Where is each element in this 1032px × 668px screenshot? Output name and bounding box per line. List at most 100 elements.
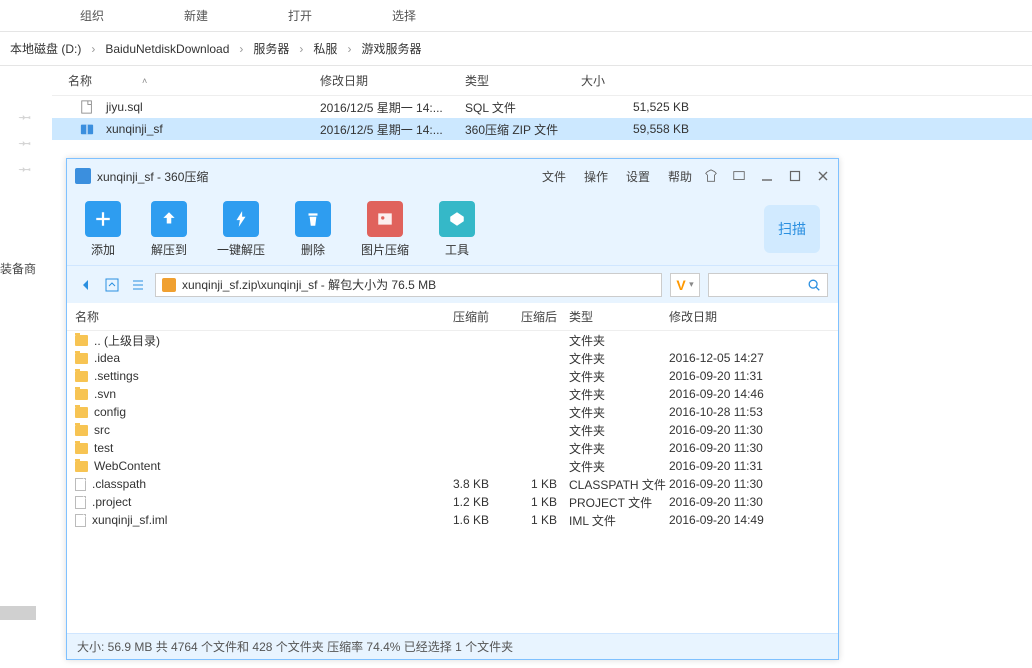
titlebar[interactable]: xunqinji_sf - 360压缩 文件 操作 设置 帮助	[67, 159, 838, 193]
menu-bar: 文件 操作 设置 帮助	[542, 168, 692, 185]
sort-indicator-icon: ˄	[142, 76, 147, 86]
zrow-name-text: test	[94, 441, 113, 455]
toolbar-delete[interactable]: 删除	[295, 201, 331, 258]
zip-row[interactable]: .idea文件夹2016-12-05 14:27	[67, 349, 838, 367]
explorer-header: 名称˄ 修改日期 类型 大小	[52, 66, 1032, 96]
file-icon	[75, 478, 86, 491]
zip-row[interactable]: .. (上级目录) 文件夹	[67, 331, 838, 349]
column-name[interactable]: 名称˄	[52, 72, 320, 89]
crumb-drive[interactable]: 本地磁盘 (D:)	[4, 40, 87, 57]
path-text: xunqinji_sf.zip\xunqinji_sf - 解包大小为 76.5…	[182, 276, 436, 293]
crumb-2[interactable]: 服务器	[247, 40, 295, 57]
menu-action[interactable]: 操作	[584, 168, 608, 185]
folder-icon	[75, 461, 88, 472]
toolbar-image-compress[interactable]: 图片压缩	[361, 201, 409, 258]
zcol-type[interactable]: 类型	[557, 308, 669, 325]
pin-icon[interactable]	[18, 108, 35, 125]
ribbon-tab-select[interactable]: 选择	[392, 7, 416, 24]
zip-list: 名称 压缩前 压缩后 类型 修改日期 .. (上级目录)文件夹.idea文件夹2…	[67, 303, 838, 633]
file-row[interactable]: xunqinji_sf 2016/12/5 星期一 14:... 360压缩 Z…	[52, 118, 1032, 140]
zip-row[interactable]: .svn文件夹2016-09-20 14:46	[67, 385, 838, 403]
zip-row[interactable]: .settings文件夹2016-09-20 11:31	[67, 367, 838, 385]
column-type[interactable]: 类型	[465, 72, 581, 89]
ribbon-tab-new[interactable]: 新建	[184, 7, 208, 24]
zrow-name-text: .idea	[94, 351, 120, 365]
ribbon-tab-open[interactable]: 打开	[288, 7, 312, 24]
ribbon-tab-organize[interactable]: 组织	[80, 7, 104, 24]
ribbon: 组织 新建 打开 选择	[0, 0, 1032, 32]
file-date: 2016/12/5 星期一 14:...	[320, 99, 465, 116]
zrow-type: 文件夹	[557, 332, 669, 349]
maximize-icon[interactable]	[788, 169, 802, 183]
menu-help[interactable]: 帮助	[668, 168, 692, 185]
file-icon	[75, 514, 86, 527]
zrow-type: 文件夹	[557, 458, 669, 475]
zrow-date: 2016-09-20 11:31	[669, 369, 819, 383]
folder-icon	[75, 443, 88, 454]
file-icon	[80, 100, 94, 114]
column-date[interactable]: 修改日期	[320, 72, 465, 89]
menu-settings[interactable]: 设置	[626, 168, 650, 185]
zrow-date: 2016-09-20 14:46	[669, 387, 819, 401]
zrow-type: PROJECT 文件	[557, 494, 669, 511]
up-icon[interactable]	[103, 276, 121, 294]
zip-row[interactable]: config文件夹2016-10-28 11:53	[67, 403, 838, 421]
file-size: 51,525 KB	[581, 100, 709, 114]
zip-row[interactable]: src文件夹2016-09-20 11:30	[67, 421, 838, 439]
toolbar-tools[interactable]: 工具	[439, 201, 475, 258]
toolbar-add[interactable]: 添加	[85, 201, 121, 258]
file-date: 2016/12/5 星期一 14:...	[320, 121, 465, 138]
minimize-icon[interactable]	[760, 169, 774, 183]
toolbar-extract-to[interactable]: 解压到	[151, 201, 187, 258]
zrow-before: 3.8 KB	[427, 477, 489, 491]
folder-icon	[75, 353, 88, 364]
shirt-icon[interactable]	[704, 169, 718, 183]
zrow-date: 2016-09-20 11:30	[669, 441, 819, 455]
file-name: jiyu.sql	[106, 100, 143, 114]
crumb-1[interactable]: BaiduNetdiskDownload	[99, 42, 235, 56]
path-input[interactable]: xunqinji_sf.zip\xunqinji_sf - 解包大小为 76.5…	[155, 273, 662, 297]
file-row[interactable]: jiyu.sql 2016/12/5 星期一 14:... SQL 文件 51,…	[52, 96, 1032, 118]
close-icon[interactable]	[816, 169, 830, 183]
zrow-date: 2016-10-28 11:53	[669, 405, 819, 419]
path-dropdown[interactable]: V ▾	[670, 273, 700, 297]
zip-row[interactable]: xunqinji_sf.iml1.6 KB1 KBIML 文件2016-09-2…	[67, 511, 838, 529]
feedback-icon[interactable]	[732, 169, 746, 183]
folder-icon	[75, 425, 88, 436]
nav-bar: xunqinji_sf.zip\xunqinji_sf - 解包大小为 76.5…	[67, 265, 838, 303]
zrow-name-text: .project	[92, 495, 131, 509]
search-box[interactable]	[708, 273, 828, 297]
status-bar: 大小: 56.9 MB 共 4764 个文件和 428 个文件夹 压缩率 74.…	[67, 633, 838, 659]
zip-row[interactable]: WebContent文件夹2016-09-20 11:31	[67, 457, 838, 475]
search-icon	[807, 278, 821, 292]
quick-access-pins	[20, 110, 32, 174]
zrow-name-text: .. (上级目录)	[94, 332, 160, 349]
zip-row[interactable]: .project1.2 KB1 KBPROJECT 文件2016-09-20 1…	[67, 493, 838, 511]
zip-row[interactable]: .classpath3.8 KB1 KBCLASSPATH 文件2016-09-…	[67, 475, 838, 493]
pin-icon[interactable]	[18, 160, 35, 177]
crumb-3[interactable]: 私服	[307, 40, 343, 57]
zip-row[interactable]: test文件夹2016-09-20 11:30	[67, 439, 838, 457]
back-icon[interactable]	[77, 276, 95, 294]
file-type: 360压缩 ZIP 文件	[465, 121, 581, 138]
pin-icon[interactable]	[18, 134, 35, 151]
column-size[interactable]: 大小	[581, 72, 709, 89]
zcol-before[interactable]: 压缩前	[427, 308, 489, 325]
folder-icon	[75, 335, 88, 346]
zrow-date: 2016-09-20 11:30	[669, 477, 819, 491]
list-icon[interactable]	[129, 276, 147, 294]
chevron-right-icon: ›	[343, 42, 355, 56]
toolbar-quick-extract[interactable]: 一键解压	[217, 201, 265, 258]
file-icon	[75, 496, 86, 509]
zrow-name-text: WebContent	[94, 459, 161, 473]
folder-icon	[162, 278, 176, 292]
zrow-type: 文件夹	[557, 368, 669, 385]
chevron-right-icon: ›	[87, 42, 99, 56]
zcol-after[interactable]: 压缩后	[489, 308, 557, 325]
zip-window: xunqinji_sf - 360压缩 文件 操作 设置 帮助 添加 解压到 一…	[66, 158, 839, 660]
zcol-date[interactable]: 修改日期	[669, 308, 819, 325]
crumb-4[interactable]: 游戏服务器	[355, 40, 427, 57]
menu-file[interactable]: 文件	[542, 168, 566, 185]
zcol-name[interactable]: 名称	[67, 308, 427, 325]
scan-button[interactable]: 扫描	[764, 205, 820, 253]
